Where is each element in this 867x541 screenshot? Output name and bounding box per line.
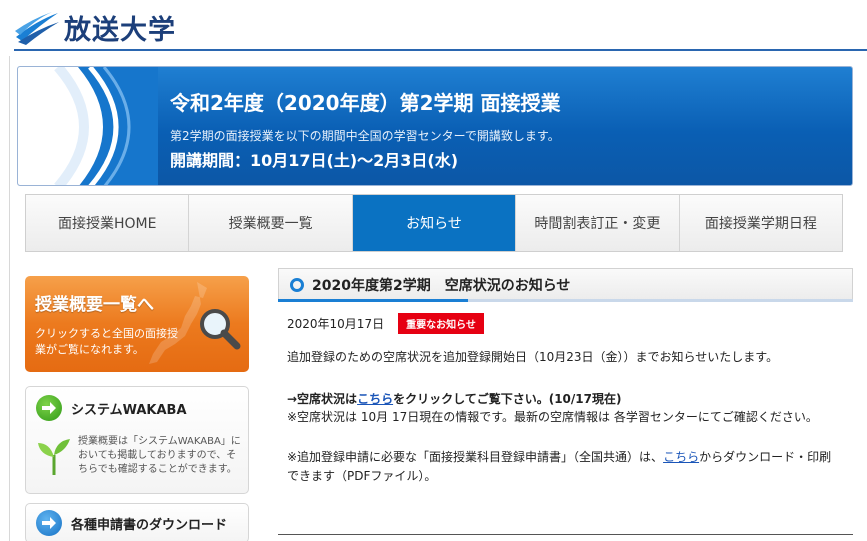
system-wakaba-link[interactable]: システムWAKABA 授業概要は「システムWAKABA」においても掲載しておりま…	[25, 386, 249, 494]
p2-prefix: →空席状況は	[287, 392, 358, 406]
p4-suffix: からダウンロード・印刷	[699, 450, 832, 464]
tab-course-list[interactable]: 授業概要一覧	[189, 195, 353, 251]
circle-bullet-icon	[290, 277, 304, 292]
banner-description: 第2学期の面接授業を以下の期間中全国の学習センターで開講致します。	[170, 129, 560, 143]
tab-home[interactable]: 面接授業HOME	[26, 195, 190, 251]
wakaba-header: システムWAKABA	[36, 395, 187, 421]
main-nav-tabs: 面接授業HOME 授業概要一覧 お知らせ 時間割表訂正・変更 面接授業学期日程	[25, 194, 843, 252]
arrow-right-icon	[36, 395, 62, 421]
article-paragraph-1: 追加登録のための空席状況を追加登録開始日（10月23日（金））までお知らせいたし…	[287, 350, 779, 364]
article-bottom-rule	[278, 534, 853, 535]
banner-title: 令和2年度（2020年度）第2学期 面接授業	[170, 91, 561, 115]
tab-semester-schedule[interactable]: 面接授業学期日程	[679, 195, 843, 251]
wakaba-description: 授業概要は「システムWAKABA」においても掲載しておりますので、そちらでも確認…	[78, 436, 241, 475]
article-paragraph-5: できます（PDFファイル）。	[287, 469, 437, 483]
vacancy-status-link[interactable]: こちら	[357, 392, 393, 406]
magnifier-icon	[200, 309, 241, 350]
promo-subtitle: クリックすると全国の面接授業がご覧になれます。	[35, 327, 178, 356]
article-header: 2020年度第2学期 空席状況のお知らせ	[278, 268, 853, 300]
promo-title: 授業概要一覧へ	[35, 295, 154, 315]
tab-news[interactable]: お知らせ	[352, 195, 517, 251]
tab-timetable-changes[interactable]: 時間割表訂正・変更	[516, 195, 680, 251]
hero-banner: 令和2年度（2020年度）第2学期 面接授業 第2学期の面接授業を以下の期間中全…	[17, 66, 853, 186]
course-list-promo-button[interactable]: 授業概要一覧へ クリックすると全国の面接授業がご覧になれます。	[25, 276, 249, 372]
article-meta: 2020年10月17日 重要なお知らせ	[287, 313, 484, 334]
banner-period: 開講期間：10月17日(土)～2月3日(水)	[170, 151, 459, 170]
article-title: 2020年度第2学期 空席状況のお知らせ	[312, 277, 571, 294]
site-logo[interactable]: 放送大学	[14, 8, 176, 47]
banner-arc-decoration	[18, 67, 158, 185]
university-swoosh-logo-icon	[15, 11, 59, 45]
logo-text: 放送大学	[64, 15, 176, 46]
application-form-download-link[interactable]: こちら	[663, 450, 699, 464]
download-label: 各種申請書のダウンロード	[71, 517, 228, 533]
article-date: 2020年10月17日	[287, 317, 385, 331]
header-divider	[14, 49, 867, 51]
article-paragraph-4: ※追加登録申請に必要な「面接授業科目登録申請書」（全国共通）は、こちらからダウン…	[287, 448, 831, 465]
article-paragraph-2: →空席状況はこちらをクリックしてご覧下さい。(10/17現在)	[287, 390, 621, 407]
important-badge: 重要なお知らせ	[398, 313, 484, 334]
p2-suffix: をクリックしてご覧下さい。(10/17現在)	[393, 392, 622, 406]
article-header-underline	[278, 299, 853, 302]
p4-prefix: ※追加登録申請に必要な「面接授業科目登録申請書」（全国共通）は、	[287, 450, 664, 464]
article-paragraph-3: ※空席状況は 10月 17日現在の情報です。最新の空席情報は 各学習センターにて…	[287, 410, 818, 424]
arrow-right-icon	[36, 510, 62, 536]
sprout-icon	[38, 439, 70, 475]
download-header: 各種申請書のダウンロード	[36, 510, 227, 536]
news-article: 2020年度第2学期 空席状況のお知らせ 2020年10月17日 重要なお知らせ…	[278, 268, 853, 541]
site-header: 放送大学	[0, 0, 867, 51]
forms-download-link[interactable]: 各種申請書のダウンロード	[25, 503, 249, 541]
wakaba-label: システムWAKABA	[71, 402, 187, 418]
